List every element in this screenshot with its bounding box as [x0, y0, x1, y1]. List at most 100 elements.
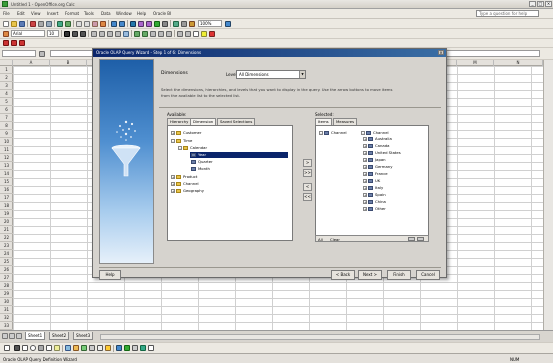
cancel-button[interactable]: Cancel — [416, 270, 440, 280]
tree-item[interactable]: Month — [191, 166, 210, 172]
row-header[interactable]: 17 — [0, 194, 13, 202]
row-header[interactable]: 6 — [0, 106, 13, 114]
font-color-icon[interactable] — [209, 31, 215, 37]
horizontal-scrollbar[interactable] — [100, 334, 540, 340]
merge-cells-icon[interactable] — [123, 31, 129, 37]
row-header[interactable]: 10 — [0, 138, 13, 146]
from-file-icon[interactable] — [132, 345, 138, 351]
tree-item[interactable]: - Time — [171, 138, 192, 144]
menu-format[interactable]: Format — [65, 11, 79, 16]
chevron-down-icon[interactable]: ▼ — [299, 71, 305, 78]
row-header[interactable]: 23 — [0, 242, 13, 250]
expand-icon[interactable]: + — [363, 207, 367, 211]
row-header[interactable]: 29 — [0, 290, 13, 298]
chart-icon[interactable] — [154, 21, 160, 27]
expand-icon[interactable]: + — [171, 189, 175, 193]
menu-view[interactable]: View — [31, 11, 41, 16]
sort-ascending-icon[interactable] — [138, 21, 144, 27]
tree-item[interactable]: - Channel — [319, 130, 347, 136]
row-header[interactable]: 24 — [0, 250, 13, 258]
underline-icon[interactable] — [80, 31, 86, 37]
increase-indent-icon[interactable] — [185, 31, 191, 37]
paste-icon[interactable] — [92, 21, 98, 27]
rectangle-icon[interactable] — [22, 345, 28, 351]
maximize-button[interactable]: □ — [537, 1, 544, 7]
sheet-tab-1[interactable]: Sheet1 — [25, 332, 46, 340]
row-header[interactable]: 25 — [0, 258, 13, 266]
oracle-refresh-icon[interactable] — [19, 40, 25, 46]
callout-icon[interactable] — [54, 345, 60, 351]
navigator-icon[interactable] — [173, 21, 179, 27]
save-icon[interactable] — [19, 21, 25, 27]
standard-format-icon[interactable] — [150, 31, 156, 37]
sheet-tab-3[interactable]: Sheet3 — [73, 332, 94, 340]
delete-decimal-icon[interactable] — [166, 31, 172, 37]
basic-shapes-icon[interactable] — [65, 345, 71, 351]
row-header[interactable]: 22 — [0, 234, 13, 242]
spellcheck-icon[interactable] — [57, 21, 63, 27]
name-box[interactable] — [2, 50, 36, 57]
selected-list-item[interactable]: + Japan — [363, 157, 386, 163]
menu-edit[interactable]: Edit — [17, 11, 25, 16]
select-all-link[interactable]: All — [318, 237, 323, 242]
next-sheet-icon[interactable] — [16, 333, 22, 339]
font-name-field[interactable]: Arial — [11, 30, 45, 37]
move-all-right-button[interactable]: >> — [303, 169, 312, 177]
move-right-button[interactable]: > — [303, 159, 312, 167]
tree-item-selected[interactable]: Year — [190, 152, 288, 158]
expand-icon[interactable]: + — [363, 165, 367, 169]
next-button[interactable]: Next > — [358, 270, 382, 280]
draw-functions-icon[interactable] — [162, 21, 168, 27]
prev-sheet-icon[interactable] — [9, 333, 15, 339]
row-header[interactable]: 27 — [0, 274, 13, 282]
bold-icon[interactable] — [64, 31, 70, 37]
hyperlink-icon[interactable] — [130, 21, 136, 27]
tab-saved-selections[interactable]: Saved Selections — [217, 118, 256, 125]
row-header[interactable]: 2 — [0, 74, 13, 82]
menu-help[interactable]: Help — [137, 11, 146, 16]
row-header[interactable]: 12 — [0, 154, 13, 162]
tab-measures[interactable]: Measures — [333, 118, 358, 125]
expand-icon[interactable]: + — [363, 193, 367, 197]
borders-icon[interactable] — [193, 31, 199, 37]
print-icon[interactable] — [38, 21, 44, 27]
tree-item[interactable]: + Geography — [171, 188, 204, 194]
background-color-icon[interactable] — [201, 31, 207, 37]
align-right-icon[interactable] — [107, 31, 113, 37]
justify-icon[interactable] — [115, 31, 121, 37]
add-decimal-icon[interactable] — [158, 31, 164, 37]
move-up-icon[interactable] — [408, 237, 415, 241]
block-arrows-icon[interactable] — [81, 345, 87, 351]
expand-icon[interactable]: + — [171, 131, 175, 135]
move-down-icon[interactable] — [417, 237, 424, 241]
oracle-query-icon[interactable] — [3, 40, 9, 46]
currency-icon[interactable] — [134, 31, 140, 37]
row-header[interactable]: 19 — [0, 210, 13, 218]
stars-icon[interactable] — [105, 345, 111, 351]
row-header[interactable]: 20 — [0, 218, 13, 226]
row-header[interactable]: 26 — [0, 266, 13, 274]
selected-list-item[interactable]: + UK — [363, 178, 380, 184]
select-arrow-icon[interactable] — [4, 345, 10, 351]
row-header[interactable]: 32 — [0, 314, 13, 322]
selected-list-item[interactable]: + United States — [363, 150, 401, 156]
undo-icon[interactable] — [111, 21, 117, 27]
row-header[interactable]: 7 — [0, 114, 13, 122]
tree-item[interactable]: Quarter — [191, 159, 213, 165]
expand-icon[interactable]: + — [363, 151, 367, 155]
row-header[interactable]: 8 — [0, 122, 13, 130]
tree-item[interactable]: + Product — [171, 174, 197, 180]
clear-link[interactable]: Clear — [330, 237, 340, 242]
selected-list-item[interactable]: + China — [363, 199, 386, 205]
collapse-icon[interactable]: - — [171, 139, 175, 143]
preview-icon[interactable] — [46, 21, 52, 27]
selected-list-item[interactable]: + Australia — [363, 136, 392, 142]
dialog-close-button[interactable]: × — [438, 50, 444, 55]
row-header[interactable]: 11 — [0, 146, 13, 154]
format-paintbrush-icon[interactable] — [100, 21, 106, 27]
selected-list-item[interactable]: + Canada — [363, 143, 389, 149]
selected-list-item[interactable]: + Germany — [363, 164, 392, 170]
help-button[interactable]: Help — [99, 270, 121, 280]
row-header[interactable]: 9 — [0, 130, 13, 138]
row-header[interactable]: 33 — [0, 322, 13, 330]
